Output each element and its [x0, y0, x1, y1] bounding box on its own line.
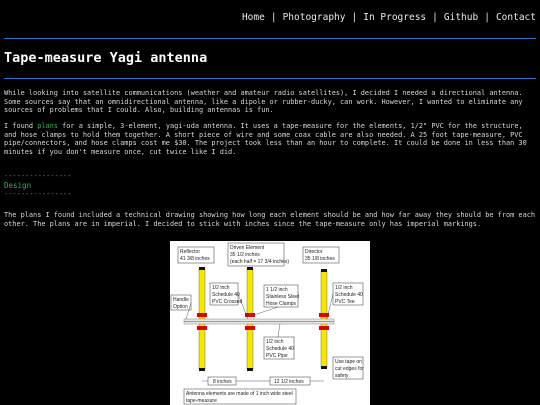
reflector-label-1: Reflector: [180, 249, 200, 255]
pvc-boom-center: [184, 321, 334, 322]
title-divider: [4, 78, 536, 79]
nav-separator: |: [432, 12, 438, 23]
plans-paragraph: I found plans for a simple, 3-element, y…: [4, 122, 536, 156]
clamps-2: Stainless Steel: [266, 294, 299, 300]
tape-tip-2: cut edges for: [335, 366, 364, 372]
nav-photography[interactable]: Photography: [283, 12, 346, 23]
driven-label-2: 35 1/2 inches: [230, 252, 260, 258]
leader-line: [253, 306, 279, 316]
dimension-2: 12 1/2 inches: [274, 379, 304, 385]
pvc-pipe-2: Schedule 40: [266, 346, 294, 352]
footer-note-2: tape-measure: [186, 398, 217, 404]
element-tip: [321, 366, 327, 369]
yagi-drawing-svg: Reflector 41 3/8 inches Driven Element 3…: [170, 242, 364, 405]
handle-2: Option: [173, 304, 188, 310]
pvc-crossed-2: Schedule 40: [212, 292, 240, 298]
clamps-1: 1 1/2 inch: [266, 287, 288, 293]
plans-link[interactable]: plans: [37, 122, 58, 130]
leader-line: [237, 293, 249, 320]
page-title: Tape-measure Yagi antenna: [4, 50, 208, 66]
pvc-tee-2: Schedule 40: [335, 292, 363, 298]
pvc-pipe-1: 1/2 inch: [266, 339, 284, 345]
element-tip: [199, 368, 205, 371]
leader-line: [326, 293, 334, 320]
element-tip: [247, 368, 253, 371]
section-divider-top: ----------------: [4, 172, 72, 180]
nav-separator: |: [270, 12, 277, 23]
design-paragraph: The plans I found included a technical d…: [4, 211, 536, 228]
section-heading-design: Design: [4, 181, 32, 190]
pvc-crossed-3: PVC Crossed: [212, 299, 243, 305]
clamp: [245, 326, 255, 330]
pvc-tee-1: 1/2 inch: [335, 285, 353, 291]
director-label-1: Director: [305, 249, 323, 255]
element-tip: [247, 267, 253, 270]
clamp: [197, 326, 207, 330]
handle-1: Handle: [173, 297, 189, 303]
tape-tip-1: Use tape on: [335, 359, 362, 365]
clamp: [197, 313, 207, 317]
pvc-crossed-1: 1/2 inch: [212, 285, 230, 291]
plans-paragraph-suffix: for a simple, 3-element, yagi-uda antenn…: [4, 122, 527, 156]
clamp: [319, 326, 329, 330]
nav-separator: |: [351, 12, 358, 23]
footer-note-1: Antenna elements are made of 1 inch wide…: [186, 391, 293, 397]
nav-github[interactable]: Github: [444, 12, 478, 23]
element-tip: [199, 267, 205, 270]
director-label-2: 35 1/8 inches: [305, 256, 335, 262]
section-divider-bottom: ----------------: [4, 190, 72, 198]
nav-home[interactable]: Home: [242, 12, 265, 23]
clamps-3: Hose Clamps: [266, 301, 297, 307]
driven-label-1: Driven Element: [230, 245, 265, 251]
element-tip: [321, 269, 327, 272]
intro-paragraph: While looking into satellite communicati…: [4, 89, 523, 115]
nav-separator: |: [484, 12, 490, 23]
yagi-technical-drawing: Reflector 41 3/8 inches Driven Element 3…: [170, 241, 370, 405]
top-nav: Home | Photography | In Progress | Github | Cont…: [242, 12, 536, 23]
header-divider: [4, 38, 536, 39]
nav-in-progress[interactable]: In Progress: [363, 12, 426, 23]
dimension-1: 8 inches: [213, 379, 232, 385]
driven-label-3: (each half = 17 3/4 inches): [230, 259, 289, 265]
pvc-pipe-3: PVC Pipe: [266, 353, 288, 359]
tape-tip-3: safety: [335, 373, 349, 379]
pvc-tee-3: PVC Tee: [335, 299, 355, 305]
plans-paragraph-prefix: I found: [4, 122, 38, 130]
reflector-label-2: 41 3/8 inches: [180, 256, 210, 262]
leader-line: [277, 323, 281, 338]
nav-contact[interactable]: Contact: [496, 12, 536, 23]
